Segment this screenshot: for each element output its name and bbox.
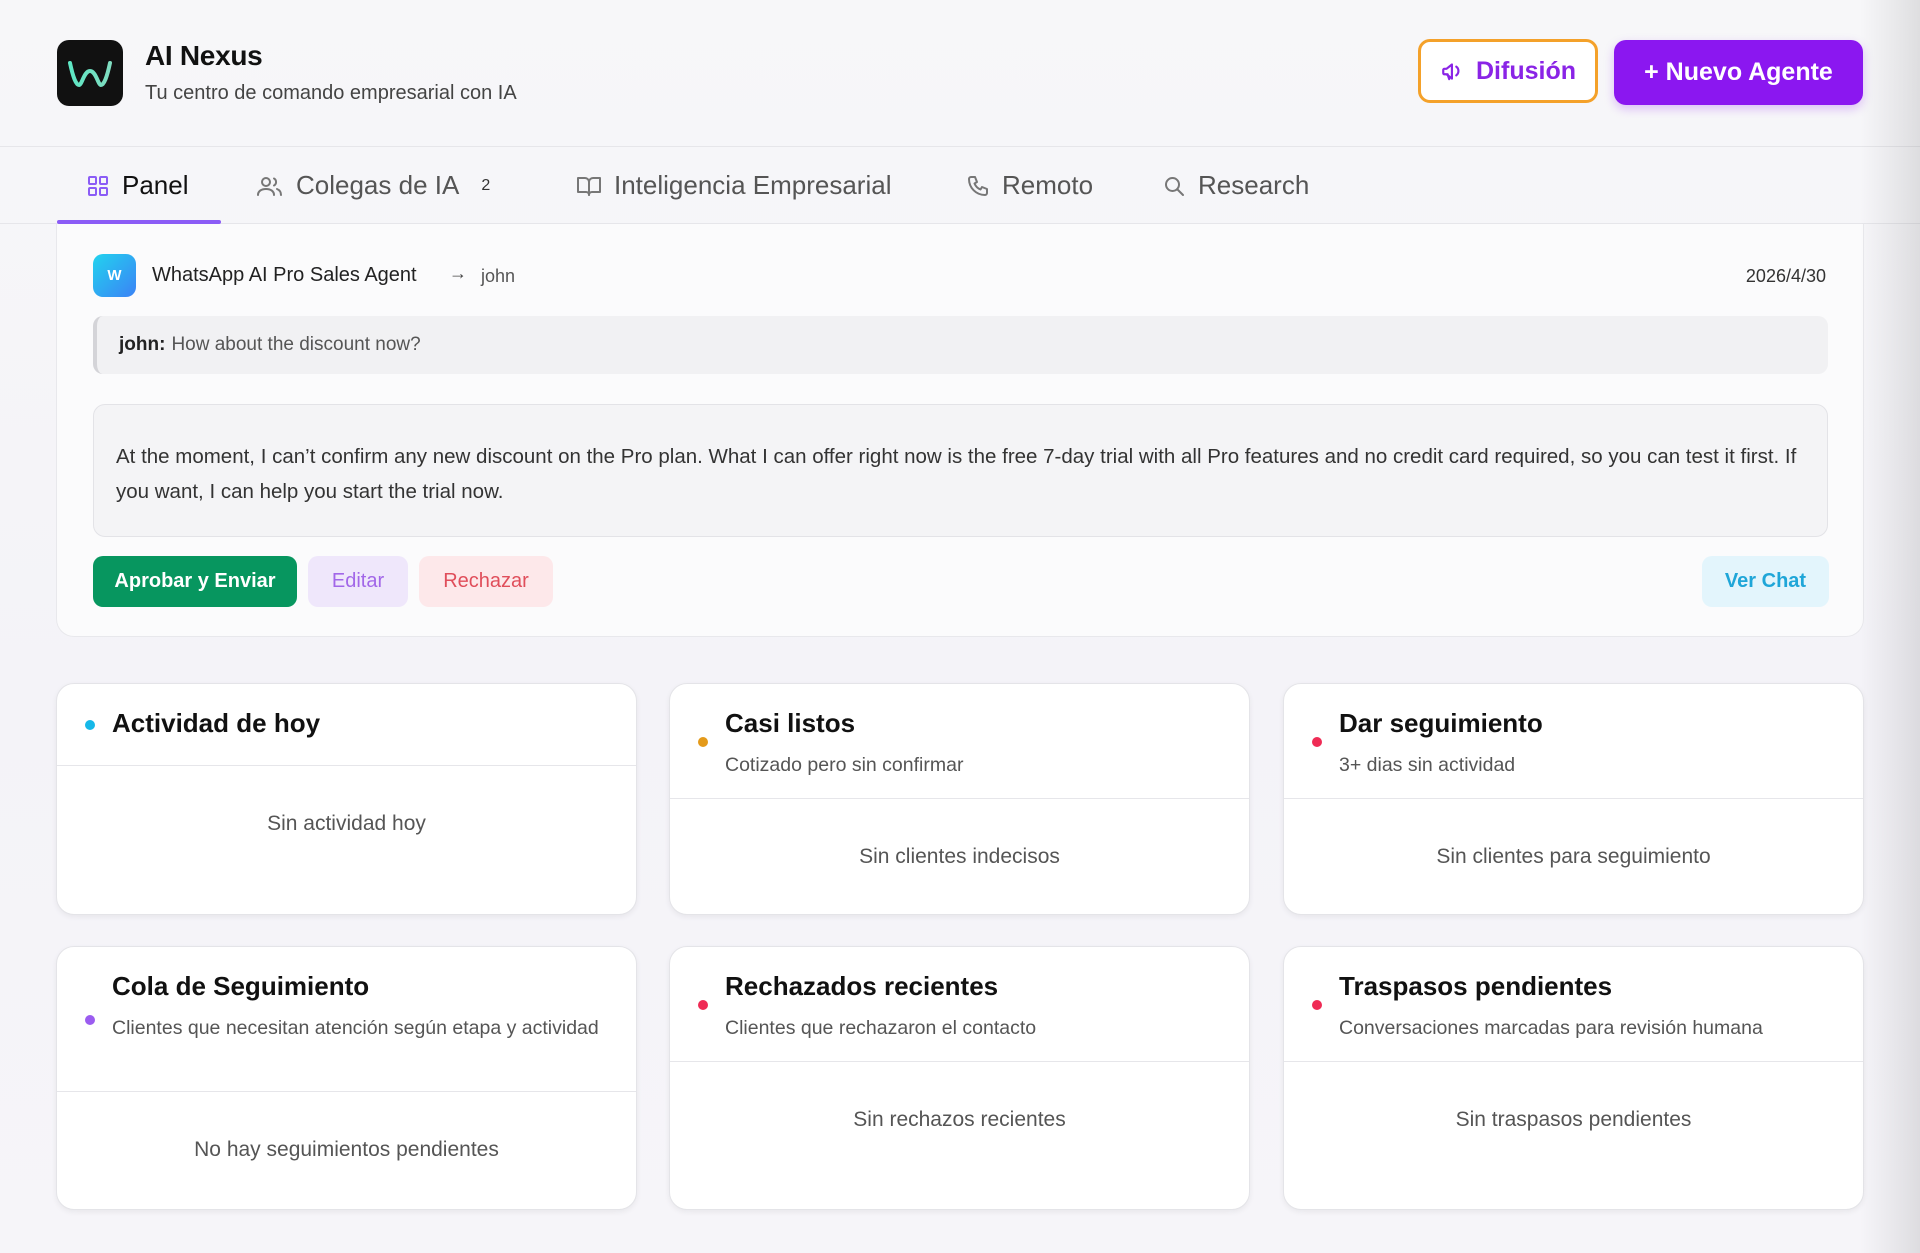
app-logo[interactable]	[57, 40, 123, 106]
tab-label: Remoto	[1002, 170, 1094, 200]
broadcast-label: Difusión	[1476, 56, 1576, 85]
incoming-sender: john:	[119, 334, 166, 355]
tab-panel[interactable]: Panel	[86, 147, 189, 224]
grid-icon	[88, 175, 108, 196]
phone-icon	[968, 175, 988, 196]
count-badge: 2	[481, 176, 491, 194]
incoming-message: john: How about the discount now?	[93, 316, 1828, 374]
draft-reply: At the moment, I can’t confirm any new d…	[93, 404, 1828, 537]
card-title: Traspasos pendientes	[1339, 971, 1613, 1001]
tab-bar: Panel Colegas de IA 2 Inteligencia Empre…	[0, 146, 1920, 224]
view-chat-button[interactable]: Ver Chat	[1702, 556, 1829, 607]
card-title: Casi listos	[725, 708, 856, 738]
agent-name: WhatsApp AI Pro Sales Agent	[152, 264, 417, 286]
app-title: AI Nexus	[145, 40, 263, 71]
card-subtitle: 3+ dias sin actividad	[1339, 754, 1516, 776]
users-icon	[257, 176, 282, 196]
reject-button[interactable]: Rechazar	[419, 556, 553, 607]
tab-label: Colegas de IA	[296, 170, 460, 200]
header: AI Nexus Tu centro de comando empresaria…	[0, 0, 1920, 146]
card-almost-ready: Casi listos Cotizado pero sin confirmar …	[669, 683, 1250, 915]
card-header: Casi listos Cotizado pero sin confirmar	[670, 684, 1249, 799]
card-recent-rejections: Rechazados recientes Clientes que rechaz…	[669, 946, 1250, 1210]
tab-ai-colleagues[interactable]: Colegas de IA 2	[256, 147, 490, 224]
tab-remote[interactable]: Remoto	[966, 147, 1093, 224]
incoming-text: How about the discount now?	[171, 334, 421, 355]
tab-business-intelligence[interactable]: Inteligencia Empresarial	[576, 147, 891, 224]
message-date: 2026/4/30	[1745, 266, 1826, 286]
card-header: Traspasos pendientes Conversaciones marc…	[1284, 947, 1863, 1062]
card-subtitle: Cotizado pero sin confirmar	[725, 754, 964, 776]
status-dot	[85, 1015, 95, 1025]
app-window: AI Nexus Tu centro de comando empresaria…	[0, 0, 1920, 1253]
pending-approval-card: W WhatsApp AI Pro Sales Agent → john 202…	[56, 224, 1864, 637]
arrow-right-icon: →	[449, 263, 467, 283]
recipient-name: john	[481, 266, 516, 286]
tab-label: Inteligencia Empresarial	[614, 170, 892, 200]
card-title: Cola de Seguimiento	[112, 971, 370, 1001]
card-today-activity: Actividad de hoy Sin actividad hoy	[56, 683, 637, 915]
edit-button[interactable]: Editar	[308, 556, 408, 607]
tab-research[interactable]: Research	[1162, 147, 1309, 224]
approve-send-button[interactable]: Aprobar y Enviar	[93, 556, 297, 607]
app-subtitle: Tu centro de comando empresarial con IA	[145, 82, 517, 104]
card-follow-up: Dar seguimiento 3+ dias sin actividad Si…	[1283, 683, 1864, 915]
search-icon	[1165, 176, 1184, 196]
agent-avatar: W	[93, 254, 136, 297]
megaphone-icon	[1442, 63, 1460, 81]
card-header: Rechazados recientes Clientes que rechaz…	[670, 947, 1249, 1062]
card-empty-state: Sin traspasos pendientes	[1455, 1108, 1692, 1131]
card-header: Cola de Seguimiento Clientes que necesit…	[57, 947, 636, 1092]
tab-label: Research	[1198, 170, 1310, 200]
status-dot	[698, 1000, 708, 1010]
status-dot	[1312, 1000, 1322, 1010]
card-empty-state: No hay seguimientos pendientes	[194, 1138, 499, 1161]
card-title: Actividad de hoy	[112, 708, 321, 738]
status-dot	[698, 737, 708, 747]
status-dot	[85, 720, 95, 730]
card-title: Rechazados recientes	[725, 971, 999, 1001]
card-follow-up-queue: Cola de Seguimiento Clientes que necesit…	[56, 946, 637, 1210]
book-icon	[577, 176, 601, 196]
card-empty-state: Sin rechazos recientes	[853, 1108, 1066, 1131]
card-empty-state: Sin clientes para seguimiento	[1436, 845, 1711, 868]
status-dot	[1312, 737, 1322, 747]
new-agent-button[interactable]: + Nuevo Agente	[1614, 40, 1863, 105]
card-header: Actividad de hoy	[57, 684, 636, 766]
card-subtitle: Clientes que necesitan atención según et…	[112, 1017, 599, 1039]
card-title: Dar seguimiento	[1339, 708, 1543, 738]
card-pending-handoffs: Traspasos pendientes Conversaciones marc…	[1283, 946, 1864, 1210]
card-empty-state: Sin actividad hoy	[267, 812, 426, 835]
waveform-w-icon	[68, 61, 112, 88]
card-subtitle: Clientes que rechazaron el contacto	[725, 1017, 1037, 1039]
broadcast-button[interactable]: Difusión	[1418, 39, 1598, 103]
tab-label: Panel	[122, 170, 189, 200]
card-empty-state: Sin clientes indecisos	[859, 845, 1060, 868]
card-header: Dar seguimiento 3+ dias sin actividad	[1284, 684, 1863, 799]
card-subtitle: Conversaciones marcadas para revisión hu…	[1339, 1017, 1763, 1039]
